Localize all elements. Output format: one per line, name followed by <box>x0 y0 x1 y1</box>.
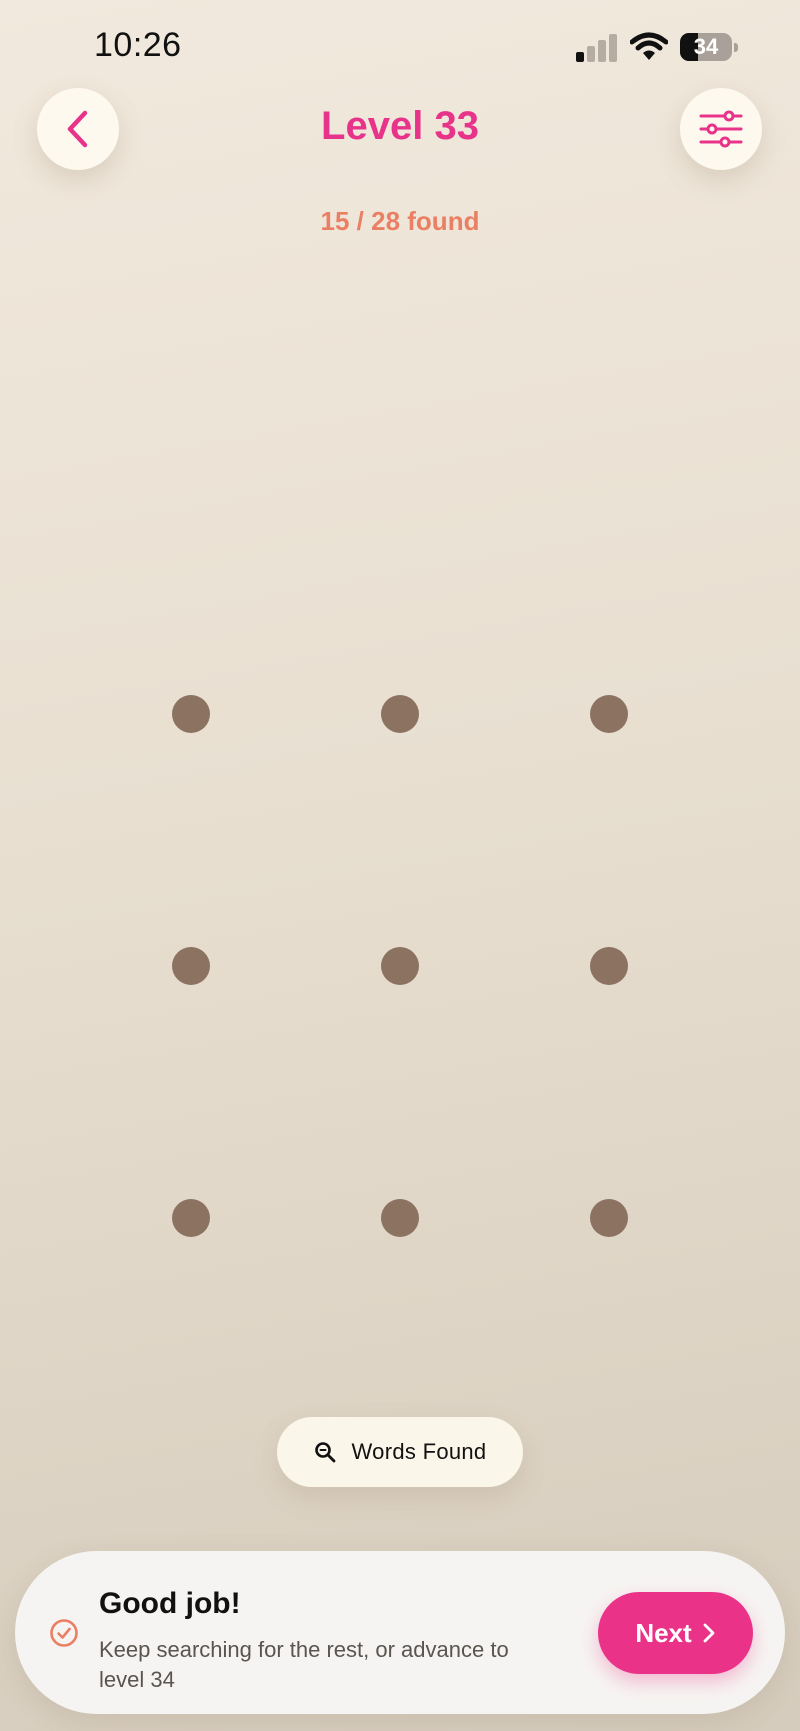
grid-dot[interactable] <box>172 695 210 733</box>
found-progress: 15 / 28 found <box>320 206 480 236</box>
chevron-right-icon <box>703 1623 715 1643</box>
level-complete-banner: Good job! Keep searching for the rest, o… <box>15 1551 785 1714</box>
grid-dot[interactable] <box>172 1199 210 1237</box>
settings-button[interactable] <box>680 88 762 170</box>
next-button[interactable]: Next <box>598 1592 753 1674</box>
banner-title: Good job! <box>99 1587 241 1620</box>
grid-dot[interactable] <box>590 1199 628 1237</box>
sliders-icon <box>699 110 743 148</box>
words-found-label: Words Found <box>351 1439 487 1464</box>
check-circle-icon <box>50 1619 78 1647</box>
battery-level: 34 <box>693 34 719 59</box>
grid-dot[interactable] <box>590 695 628 733</box>
grid-dot[interactable] <box>381 947 419 985</box>
wifi-icon <box>630 32 668 60</box>
grid-dot[interactable] <box>590 947 628 985</box>
next-label: Next <box>635 1617 692 1648</box>
grid-dot[interactable] <box>381 695 419 733</box>
grid-dot[interactable] <box>172 947 210 985</box>
battery-icon: 34 <box>680 33 738 61</box>
banner-message: Keep searching for the rest, or advance … <box>99 1637 509 1692</box>
words-found-button[interactable]: Words Found <box>277 1417 523 1487</box>
status-time: 10:26 <box>94 26 182 64</box>
search-icon <box>314 1442 335 1463</box>
grid-dot[interactable] <box>381 1199 419 1237</box>
cellular-signal-icon <box>576 34 618 62</box>
status-bar: 10:26 34 <box>0 0 800 96</box>
